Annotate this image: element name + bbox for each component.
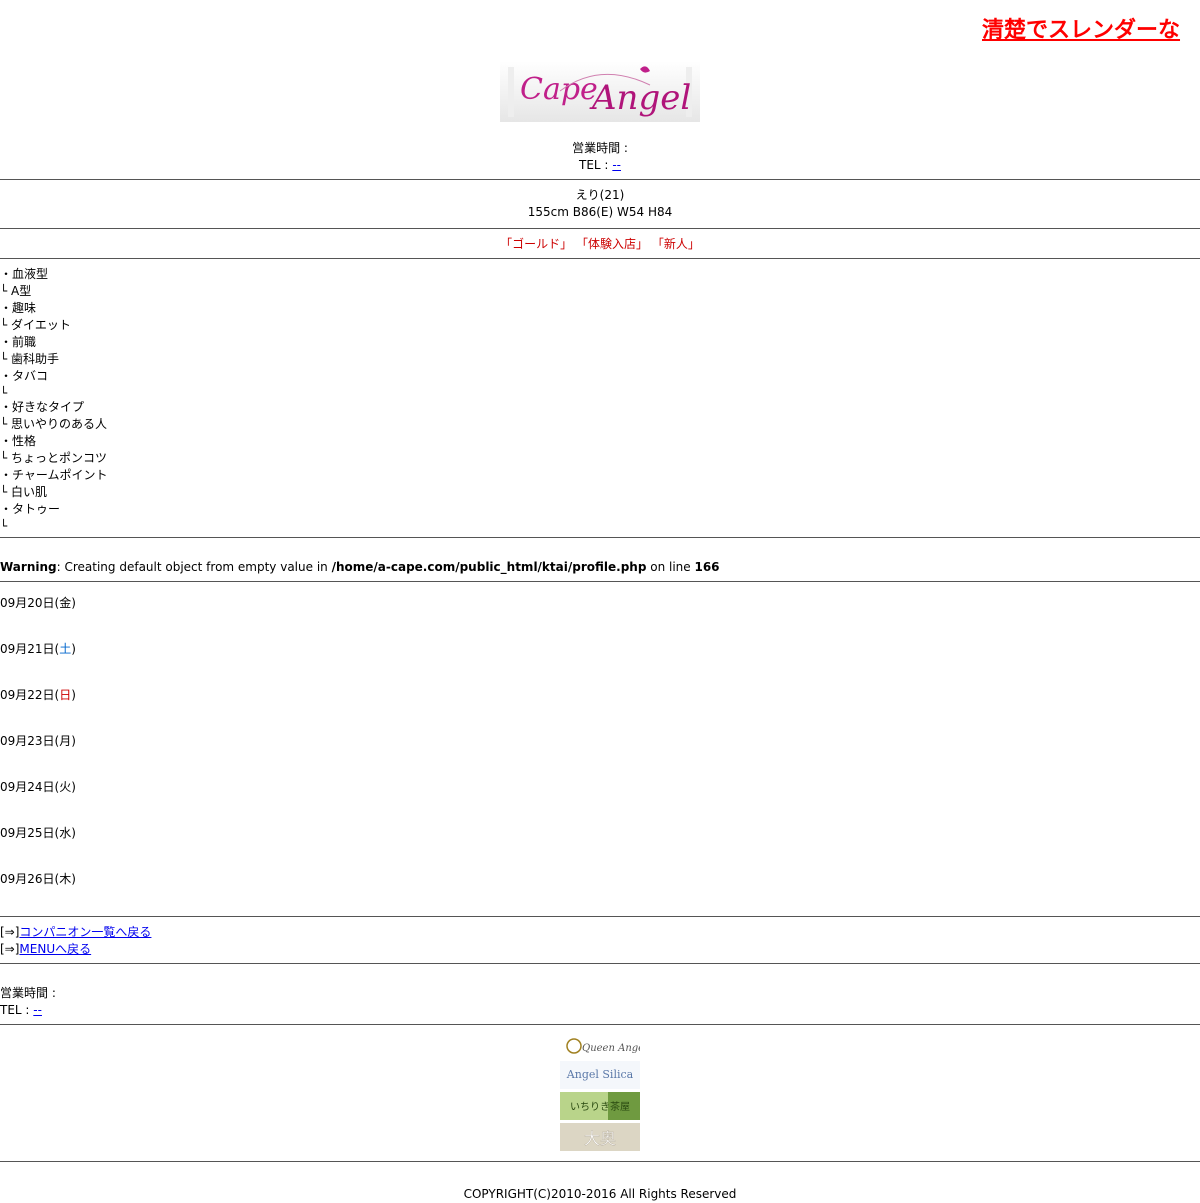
profile-label: ・好きなタイプ bbox=[0, 400, 85, 414]
weekday-sunday: 日 bbox=[59, 688, 72, 702]
marquee-banner: 清楚でスレンダーな bbox=[0, 14, 1200, 48]
profile-label: ・性格 bbox=[0, 434, 37, 448]
divider bbox=[0, 258, 1200, 259]
warning-message: : Creating default object from empty val… bbox=[56, 560, 332, 574]
banner-ichiriki-chaya[interactable]: いちりき茶屋 bbox=[560, 1092, 640, 1120]
weekday: 月 bbox=[59, 734, 72, 748]
cape-angel-logo[interactable]: Cape Angel bbox=[500, 61, 700, 122]
schedule-day: 09月23日(月) bbox=[0, 734, 76, 748]
profile-value: └ A型 bbox=[0, 284, 32, 298]
footer-tel-link[interactable]: -- bbox=[33, 1003, 42, 1017]
divider bbox=[0, 228, 1200, 229]
logo-text-angel: Angel bbox=[589, 78, 691, 118]
php-warning: Warning: Creating default object from em… bbox=[0, 559, 720, 576]
banner-angel-silica[interactable]: Angel Silica bbox=[560, 1061, 640, 1089]
divider bbox=[0, 916, 1200, 917]
schedule-day: 09月22日(日) bbox=[0, 688, 76, 702]
copyright: COPYRIGHT(C)2010-2016 All Rights Reserve… bbox=[463, 1187, 737, 1201]
marquee-text: 清楚でスレンダーな bbox=[982, 18, 1181, 43]
profile-value: └ ダイエット bbox=[0, 318, 71, 332]
schedule-day: 09月26日(木) bbox=[0, 872, 76, 886]
nav-back-list: [⇒]コンパニオン一覧へ戻る bbox=[0, 924, 151, 941]
profile-label: ・趣味 bbox=[0, 301, 37, 315]
warning-line: 166 bbox=[694, 560, 720, 574]
header-tel: TEL : -- bbox=[0, 157, 1200, 174]
divider bbox=[0, 179, 1200, 180]
profile-label: ・タバコ bbox=[0, 369, 49, 383]
back-to-companion-list-link[interactable]: コンパニオン一覧へ戻る bbox=[19, 925, 151, 939]
header-tel-label: TEL : bbox=[579, 158, 609, 172]
weekday: 火 bbox=[59, 780, 72, 794]
arrow-icon: [⇒] bbox=[0, 942, 20, 956]
schedule-day: 09月25日(水) bbox=[0, 826, 76, 840]
footer-tel-label: TEL : bbox=[0, 1003, 30, 1017]
banner-ooku[interactable]: 大奥 bbox=[560, 1123, 640, 1151]
tag-trial: 「体験入店」 bbox=[575, 237, 648, 251]
header-hours: 営業時間 : bbox=[572, 141, 628, 155]
profile-label: ・前職 bbox=[0, 335, 37, 349]
divider bbox=[0, 1024, 1200, 1025]
profile-value: └ 思いやりのある人 bbox=[0, 417, 108, 431]
schedule-day: 09月21日(土) bbox=[0, 642, 76, 656]
tag-gold: 「ゴールド」 bbox=[500, 237, 573, 251]
svg-text:いちりき茶屋: いちりき茶屋 bbox=[570, 1100, 630, 1113]
footer-tel: TEL : -- bbox=[0, 1002, 42, 1019]
arrow-icon: [⇒] bbox=[0, 925, 20, 939]
footer-hours: 営業時間 : bbox=[0, 986, 56, 1000]
svg-text:Angel Silica: Angel Silica bbox=[566, 1068, 634, 1081]
weekday: 金 bbox=[59, 596, 72, 610]
divider bbox=[0, 1161, 1200, 1162]
back-to-menu-link[interactable]: MENUへ戻る bbox=[19, 942, 91, 956]
profile-value: └ 歯科助手 bbox=[0, 352, 60, 366]
profile-list: ・血液型 └ A型 ・趣味 └ ダイエット ・前職 └ 歯科助手 ・タバコ └ … bbox=[0, 266, 108, 535]
profile-label: ・血液型 bbox=[0, 267, 49, 281]
weekday: 木 bbox=[59, 872, 72, 886]
divider bbox=[0, 581, 1200, 582]
profile-label: ・タトゥー bbox=[0, 502, 61, 516]
schedule-day: 09月24日(火) bbox=[0, 780, 76, 794]
weekday: 水 bbox=[59, 826, 72, 840]
girl-tags: 「ゴールド」 「体験入店」 「新人」 bbox=[0, 236, 1200, 253]
weekday-saturday: 土 bbox=[59, 642, 72, 656]
divider bbox=[0, 537, 1200, 538]
tag-new: 「新人」 bbox=[651, 237, 700, 251]
profile-value: └ bbox=[0, 519, 8, 533]
warning-path: /home/a-cape.com/public_html/ktai/profil… bbox=[331, 560, 647, 574]
svg-text:Queen Angel: Queen Angel bbox=[582, 1043, 640, 1054]
girl-name-age: えり(21) bbox=[575, 188, 625, 202]
divider bbox=[0, 963, 1200, 964]
nav-back-menu: [⇒]MENUへ戻る bbox=[0, 941, 91, 958]
banner-queen-angel[interactable]: Queen Angel bbox=[560, 1032, 647, 1060]
header-tel-link[interactable]: -- bbox=[612, 158, 621, 172]
warning-label: Warning bbox=[0, 560, 57, 574]
girl-measurements: 155cm B86(E) W54 H84 bbox=[527, 205, 673, 219]
warning-on-line: on line bbox=[646, 560, 695, 574]
profile-value: └ bbox=[0, 386, 8, 400]
profile-value: └ ちょっとポンコツ bbox=[0, 451, 108, 465]
svg-text:大奥: 大奥 bbox=[584, 1129, 616, 1148]
schedule-day: 09月20日(金) bbox=[0, 596, 76, 610]
profile-value: └ 白い肌 bbox=[0, 485, 48, 499]
profile-label: ・チャームポイント bbox=[0, 468, 108, 482]
